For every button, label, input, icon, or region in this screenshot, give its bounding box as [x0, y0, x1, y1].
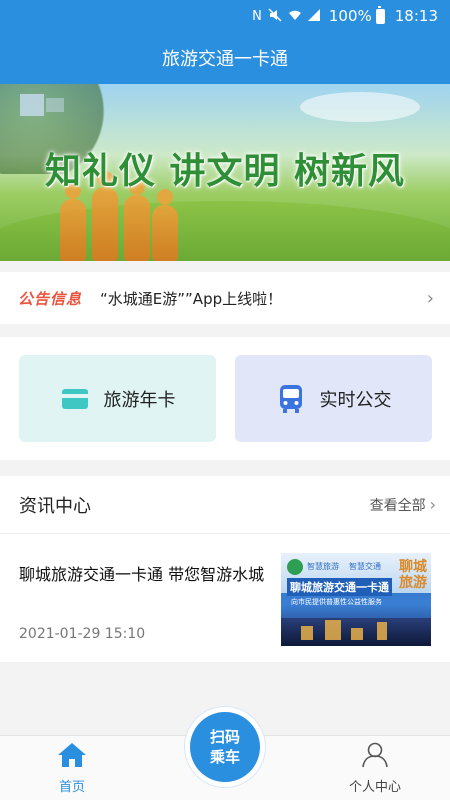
thumb-headline: 聊城旅游交通一卡通 [287, 578, 392, 596]
realtime-bus-label: 实时公交 [319, 389, 392, 411]
scan-button-ring: 扫码 乘车 [184, 706, 266, 788]
wifi-icon [288, 9, 302, 24]
page-title: 旅游交通一卡通 [162, 49, 288, 70]
quick-actions: 旅游年卡 实时公交 [0, 337, 450, 460]
realtime-bus-button[interactable]: 实时公交 [235, 355, 432, 442]
news-thumbnail: 智慧旅游 智慧交通 聊城旅游交通一卡通 向市民提供普惠性公益性服务 聊城旅游 [281, 553, 431, 646]
nfc-icon: N [252, 8, 262, 24]
nav-home-tab[interactable]: 首页 [42, 742, 102, 798]
banner-pixel-block [46, 98, 64, 112]
clock: 18:13 [394, 7, 438, 25]
status-icons: N [252, 7, 321, 25]
news-item-date: 2021-01-29 15:10 [19, 626, 146, 642]
news-section-title: 资讯中心 [19, 495, 91, 517]
user-icon [361, 742, 389, 772]
card-icon [60, 386, 90, 412]
thumb-city-skyline [281, 618, 431, 646]
notice-tag: 公告信息 [18, 289, 83, 308]
thumb-building [301, 626, 313, 640]
status-bar: N 100% 18:13 [0, 0, 450, 32]
mute-icon [268, 7, 282, 25]
app-header: 旅游交通一卡通 [0, 32, 450, 84]
thumb-subline: 向市民提供普惠性公益性服务 [291, 598, 382, 606]
promo-banner[interactable]: 知礼仪 讲文明 树新风 [0, 84, 450, 261]
banner-runner [152, 189, 178, 261]
news-item-title: 聊城旅游交通一卡通 带您智游水城 [19, 565, 265, 584]
banner-runner [60, 183, 86, 261]
bus-icon [276, 384, 306, 413]
tour-card-label: 旅游年卡 [103, 389, 176, 411]
thumb-tag-left: 智慧旅游 [307, 562, 339, 571]
banner-slogan: 知礼仪 讲文明 树新风 [44, 150, 406, 192]
notice-text: “水城通E游””App上线啦！ [100, 289, 283, 308]
thumb-building [351, 628, 363, 640]
news-item[interactable]: 聊城旅游交通一卡通 带您智游水城 2021-01-29 15:10 智慧旅游 智… [0, 546, 450, 646]
chevron-right-icon: › [426, 287, 434, 309]
home-icon [57, 742, 87, 772]
thumb-building [325, 620, 341, 640]
battery-percent: 100% [328, 7, 372, 25]
scan-label-line1: 扫码 [209, 728, 240, 746]
signal-icon [307, 8, 321, 24]
notice-bar[interactable]: 公告信息 “水城通E游””App上线啦！ › [0, 272, 450, 324]
banner-runner [92, 171, 118, 261]
thumb-side-text: 聊城旅游 [399, 559, 427, 591]
banner-runner [124, 179, 150, 261]
view-all-label: 查看全部 [369, 497, 426, 514]
tour-card-button[interactable]: 旅游年卡 [19, 355, 216, 442]
scan-label-line2: 乘车 [209, 748, 240, 766]
thumb-logo [287, 559, 303, 575]
news-section: 资讯中心 查看全部 › 聊城旅游交通一卡通 带您智游水城 2021-01-29 … [0, 476, 450, 662]
chevron-right-icon: › [429, 495, 436, 514]
battery-indicator: 100% [328, 5, 385, 25]
banner-pixel-block [20, 94, 44, 116]
banner-cloud [300, 92, 420, 122]
view-all-link[interactable]: 查看全部 › [370, 495, 436, 515]
battery-icon [375, 5, 385, 24]
nav-profile-label: 个人中心 [348, 780, 401, 795]
scan-ride-button[interactable]: 扫码 乘车 [190, 712, 260, 782]
thumb-building [377, 622, 387, 640]
nav-home-label: 首页 [58, 780, 85, 795]
thumb-tag-right: 智慧交通 [349, 562, 381, 571]
news-header: 资讯中心 查看全部 › [0, 476, 450, 534]
nav-profile-tab[interactable]: 个人中心 [340, 742, 410, 798]
